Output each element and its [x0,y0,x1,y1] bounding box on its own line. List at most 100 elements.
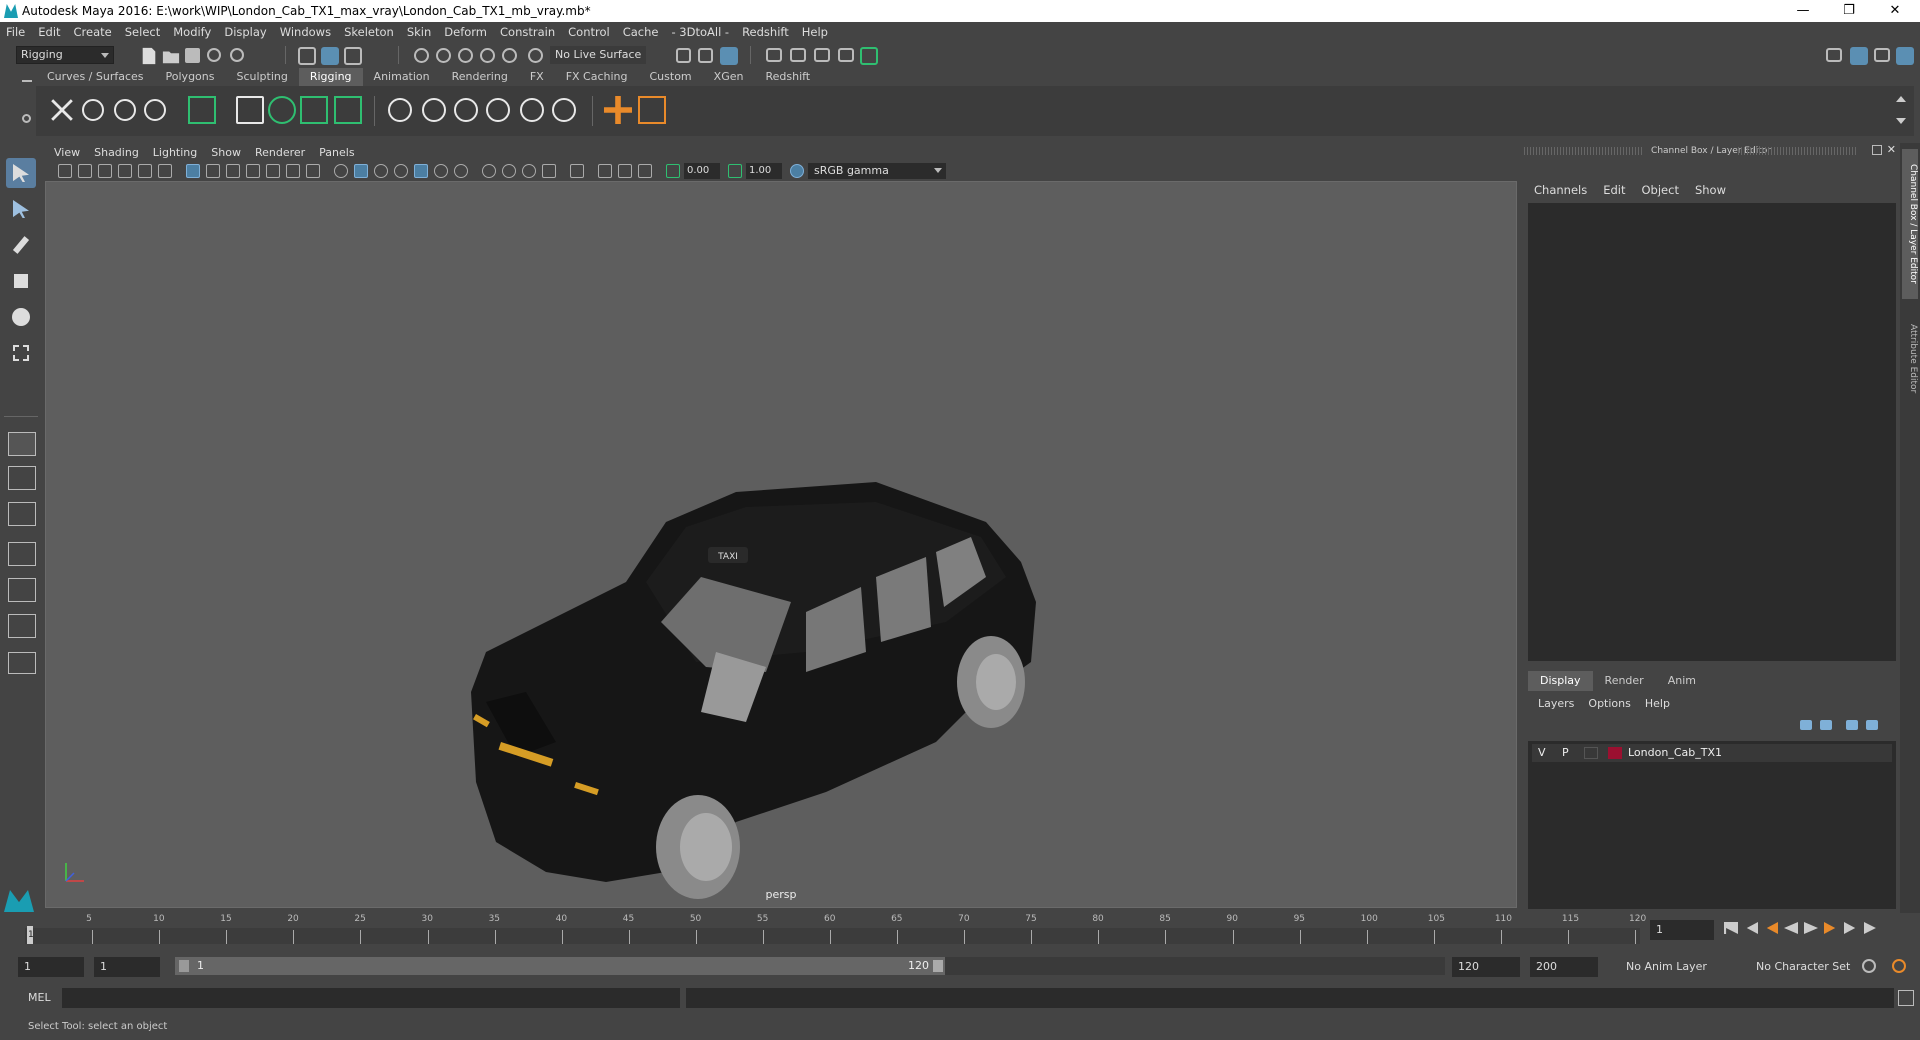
parent-constraint-icon[interactable] [388,98,412,122]
input-ops-icon[interactable] [676,48,691,63]
create-empty-layer-icon[interactable] [1846,720,1858,730]
screen-space-ao-icon[interactable] [482,164,496,178]
render-settings-icon[interactable] [838,48,854,62]
scale-constraint-icon[interactable] [486,98,510,122]
layer-type-toggle[interactable] [1584,747,1598,759]
close-panel-icon[interactable]: ✕ [1887,143,1896,156]
range-end-handle[interactable] [933,960,943,972]
locator-icon[interactable] [604,96,632,124]
vp-menu-show[interactable]: Show [211,146,241,159]
new-scene-icon[interactable] [142,47,156,65]
gamma-field[interactable]: 1.00 [746,163,782,179]
le-menu-help[interactable]: Help [1645,697,1670,710]
layout-outliner-icon[interactable] [8,542,36,566]
view-transform-dropdown[interactable]: sRGB gamma [808,163,946,179]
construction-history-icon[interactable] [720,47,738,65]
point-constraint-icon[interactable] [422,98,446,122]
select-tool[interactable] [6,158,36,188]
time-slider[interactable]: 5 10 15 20 25 30 35 40 45 50 55 60 65 70 75 80 85 90 95 100… [25,912,1646,944]
command-input[interactable] [62,988,680,1008]
wireframe-icon[interactable] [334,164,348,178]
vp-menu-panels[interactable]: Panels [319,146,354,159]
shadows-icon[interactable] [454,164,468,178]
menu-3dtoall[interactable]: - 3DtoAll - [671,25,729,39]
step-forward-key-icon[interactable] [1844,922,1856,934]
default-material-icon[interactable] [394,164,408,178]
end-time-field[interactable]: 200 [1530,957,1598,977]
tab-sculpting[interactable]: Sculpting [225,68,298,86]
scale-tool[interactable] [6,338,36,368]
tab-rigging[interactable]: Rigging [298,68,363,86]
snap-live-surface-icon[interactable] [502,48,517,63]
attribute-editor-toggle-icon[interactable] [1896,47,1914,65]
tab-curves-surfaces[interactable]: Curves / Surfaces [36,68,155,86]
layer-visibility-toggle[interactable]: V [1538,746,1546,759]
undo-icon[interactable] [207,48,221,62]
auto-key-icon[interactable] [1862,959,1876,973]
xray-joints-icon[interactable] [638,164,652,178]
le-menu-options[interactable]: Options [1588,697,1630,710]
range-slider[interactable]: 1 120 [175,957,945,975]
current-frame-field[interactable]: 1 [1650,920,1714,940]
step-back-frame-icon[interactable] [1766,922,1778,934]
menu-control[interactable]: Control [568,25,610,39]
tab-animation[interactable]: Animation [363,68,441,86]
bookmark-icon[interactable] [98,164,112,178]
script-editor-icon[interactable] [1898,990,1914,1006]
range-start-handle[interactable] [179,960,189,972]
london-cab-model[interactable]: TAXI [46,182,1517,908]
anim-layer-dropdown[interactable]: No Anim Layer [1620,957,1740,977]
float-panel-icon[interactable] [1872,145,1882,155]
menu-display[interactable]: Display [224,25,266,39]
2d-pan-zoom-icon[interactable] [138,164,152,178]
xray-active-icon[interactable] [618,164,632,178]
cluster-icon[interactable] [334,96,362,124]
create-joints-icon[interactable] [42,90,82,130]
bind-skin-icon[interactable] [236,96,264,124]
tab-display[interactable]: Display [1528,671,1593,691]
gamma-icon[interactable] [728,164,742,178]
menu-modify[interactable]: Modify [173,25,211,39]
paint-weights-icon[interactable] [268,96,296,124]
select-hierarchy-icon[interactable] [298,47,316,65]
le-menu-layers[interactable]: Layers [1538,697,1574,710]
live-surface-field[interactable]: No Live Surface [550,46,646,64]
step-back-key-icon[interactable] [1746,922,1758,934]
menu-create[interactable]: Create [74,25,112,39]
hypershade-icon[interactable] [860,47,878,65]
snap-point-icon[interactable] [458,48,473,63]
go-to-end-icon[interactable] [1864,922,1876,934]
create-layer-from-selected-icon[interactable] [1866,720,1878,730]
menu-redshift[interactable]: Redshift [742,25,789,39]
snap-view-plane-icon[interactable] [480,48,495,63]
textured-icon[interactable] [414,164,428,178]
range-slider-track[interactable] [945,957,1445,975]
motion-blur-icon[interactable] [502,164,516,178]
render-current-frame-icon[interactable] [790,48,806,62]
rotate-tool[interactable] [6,302,36,332]
playback-start-field[interactable]: 1 [94,957,160,977]
shelf-settings-icon[interactable] [22,114,31,123]
menu-help[interactable]: Help [802,25,828,39]
xray-icon[interactable] [598,164,612,178]
lattice-icon[interactable] [300,96,328,124]
gate-mask-icon[interactable] [246,164,260,178]
playback-end-field[interactable]: 120 [1452,957,1520,977]
menu-file[interactable]: File [6,25,25,39]
layout-graph-icon[interactable] [8,578,36,602]
tab-anim[interactable]: Anim [1656,671,1708,691]
shelf-menu-icon[interactable] [22,80,32,82]
tab-attribute-editor[interactable]: Attribute Editor [1902,309,1918,409]
magnet-icon[interactable] [528,48,543,63]
field-chart-icon[interactable] [266,164,280,178]
safe-action-icon[interactable] [286,164,300,178]
isolate-select-icon[interactable] [570,164,584,178]
ik-handle-icon[interactable] [144,99,166,121]
camera-attributes-icon[interactable] [78,164,92,178]
camera-select-icon[interactable] [58,164,72,178]
menu-edit[interactable]: Edit [38,25,60,39]
layout-custom-icon[interactable] [8,652,36,674]
menu-constrain[interactable]: Constrain [500,25,555,39]
vp-menu-view[interactable]: View [54,146,80,159]
character-set-dropdown[interactable]: No Character Set [1750,957,1874,977]
